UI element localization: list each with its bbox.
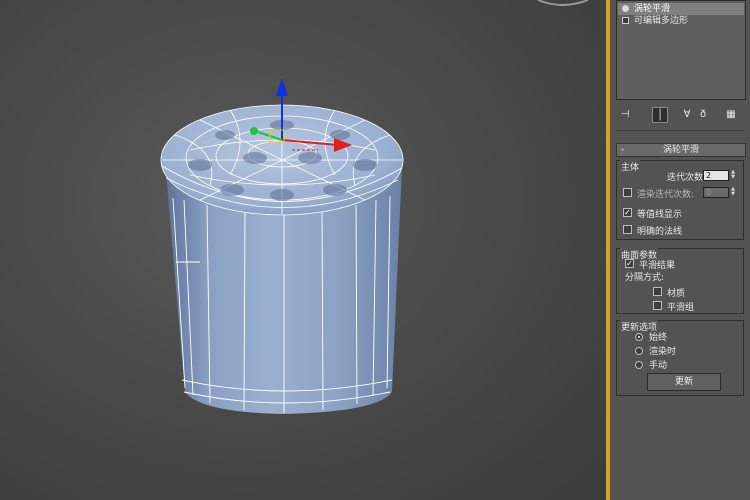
- stack-item-label: 涡轮平滑: [634, 4, 671, 14]
- update-render-label: 渲染时: [649, 347, 677, 357]
- isoline-checkbox[interactable]: ✓: [623, 208, 632, 217]
- rollout-title: 涡轮平滑: [662, 145, 699, 155]
- modifier-stack-list[interactable]: 涡轮平滑 可编辑多边形: [616, 0, 746, 100]
- update-render-radio[interactable]: [635, 347, 643, 355]
- update-button[interactable]: 更新: [647, 373, 721, 391]
- smoothing-groups-checkbox[interactable]: [653, 301, 662, 310]
- explicit-normals-checkbox[interactable]: [623, 225, 632, 234]
- main-group: 主体 迭代次数: 2 ▲ ▼ 渲染迭代次数: 0 ▲ ▼ ✓ 等值线显示 明确的法线: [616, 160, 744, 240]
- stack-item-turbosmooth[interactable]: 涡轮平滑: [618, 3, 744, 15]
- explicit-normals-label: 明确的法线: [637, 227, 683, 237]
- collapse-icon[interactable]: -: [621, 144, 624, 156]
- command-panel: 涡轮平滑 可编辑多边形 ⊣ │ ∀ ð ▦ - 涡轮平滑 主体 迭代次数: 2 …: [610, 0, 750, 500]
- update-always-radio[interactable]: [635, 333, 643, 341]
- show-end-result-icon[interactable]: │: [652, 107, 668, 123]
- stack-toolbar: ⊣ │ ∀ ð ▦: [616, 105, 746, 125]
- update-manual-radio[interactable]: [635, 361, 643, 369]
- bulb-icon[interactable]: [622, 5, 629, 12]
- surface-params-group: 曲面参数 ✓ 平滑结果 分隔方式: 材质 平滑组: [616, 248, 744, 314]
- ottoman-model[interactable]: [0, 0, 606, 500]
- group-title: 主体: [620, 160, 641, 173]
- stack-item-label: 可编辑多边形: [634, 16, 689, 26]
- iterations-spinner[interactable]: 2: [703, 170, 729, 181]
- smoothing-groups-label: 平滑组: [667, 303, 695, 313]
- smooth-result-checkbox[interactable]: ✓: [625, 259, 634, 268]
- update-always-label: 始终: [649, 333, 668, 343]
- render-iters-spinner[interactable]: 0: [703, 187, 729, 198]
- remove-modifier-icon[interactable]: ð: [696, 107, 710, 121]
- isoline-label: 等值线显示: [637, 210, 683, 220]
- separate-by-label: 分隔方式:: [625, 273, 665, 283]
- perspective-viewport[interactable]: [0, 0, 606, 500]
- spinner-arrows-icon[interactable]: ▲ ▼: [730, 187, 736, 198]
- gizmo-z-arrow: [276, 78, 288, 96]
- make-unique-icon[interactable]: ∀: [680, 107, 694, 121]
- materials-label: 材质: [667, 289, 686, 299]
- iterations-label: 迭代次数:: [667, 173, 707, 183]
- turbosmooth-rollout-header[interactable]: - 涡轮平滑: [616, 143, 746, 157]
- spinner-arrows-icon[interactable]: ▲ ▼: [730, 170, 736, 181]
- stack-item-editable-poly[interactable]: 可编辑多边形: [618, 15, 744, 27]
- divider: [616, 130, 744, 131]
- configure-sets-icon[interactable]: ▦: [724, 107, 738, 121]
- update-options-group: 更新选项 始终 渲染时 手动 更新: [616, 320, 744, 396]
- plus-icon[interactable]: [622, 17, 629, 24]
- materials-checkbox[interactable]: [653, 287, 662, 296]
- update-manual-label: 手动: [649, 361, 668, 371]
- pin-stack-icon[interactable]: ⊣: [618, 107, 632, 121]
- gizmo-y-arrow: [250, 127, 258, 135]
- render-iters-label: 渲染迭代次数:: [637, 190, 695, 200]
- render-iters-checkbox[interactable]: [623, 188, 632, 197]
- viewcube-ring: [537, 0, 589, 6]
